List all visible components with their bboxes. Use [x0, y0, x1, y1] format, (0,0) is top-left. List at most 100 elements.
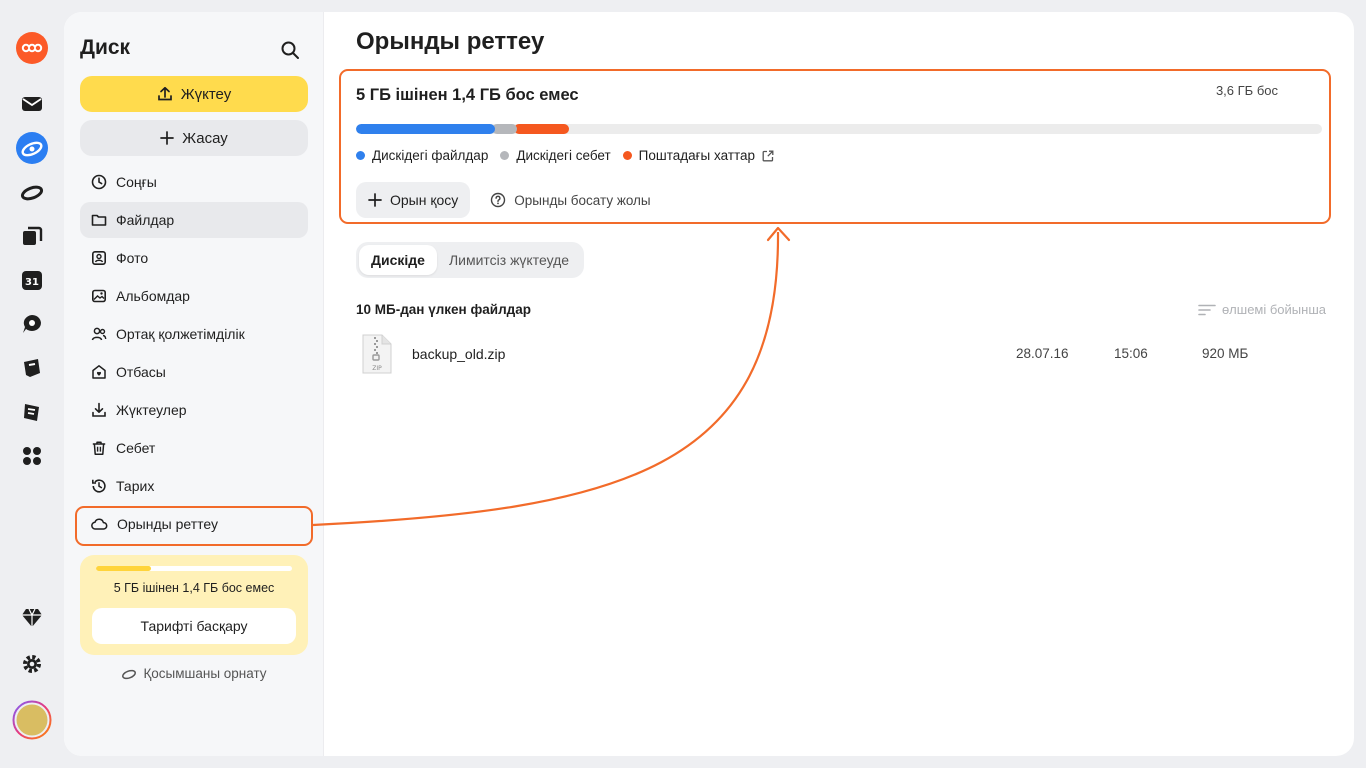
svg-text:31: 31	[25, 277, 39, 288]
sidebar-item-label: Фото	[116, 250, 149, 266]
storage-usage-bar	[356, 124, 1322, 134]
sidebar-item-shared[interactable]: Ортақ қолжетімділік	[80, 316, 308, 352]
app-title: Диск	[80, 36, 131, 59]
large-files-title: 10 МБ-дан үлкен файлдар	[356, 302, 531, 317]
shared-icon	[91, 327, 107, 341]
disk-active-icon[interactable]	[16, 132, 48, 164]
sidebar-item-label: Соңғы	[116, 174, 157, 190]
zip-file-icon: ZIP	[360, 334, 392, 379]
upload-label: Жүктеу	[180, 85, 232, 103]
tab-unlimited-upload[interactable]: Лимитсіз жүктеуде	[437, 245, 581, 275]
disk-icon[interactable]	[16, 176, 48, 208]
legend-label: Дискідегі себет	[516, 148, 611, 163]
user-avatar[interactable]	[12, 700, 52, 740]
sidebar-item-label: Жүктеулер	[116, 402, 187, 418]
install-app-link[interactable]: Қосымшаны орнату	[64, 666, 324, 681]
create-button[interactable]: Жасау	[80, 120, 308, 156]
plus-icon	[368, 193, 382, 207]
documents-icon[interactable]	[16, 220, 48, 252]
file-time: 15:06	[1114, 346, 1148, 361]
sidebar-item-label: Орынды реттеу	[117, 516, 218, 532]
legend-label: Поштадағы хаттар	[638, 148, 756, 163]
quota-progress-fill	[96, 566, 151, 571]
file-size: 920 МБ	[1202, 346, 1249, 361]
sidebar-item-label: Файлдар	[116, 212, 175, 228]
add-space-label: Орын қосу	[390, 192, 459, 208]
file-name: backup_old.zip	[412, 346, 506, 362]
clock-icon	[91, 174, 107, 190]
folder-icon	[91, 214, 107, 226]
messenger-icon[interactable]	[16, 308, 48, 340]
sidebar-item-label: Альбомдар	[116, 288, 190, 304]
legend-label: Дискідегі файлдар	[372, 148, 489, 163]
upload-button[interactable]: Жүктеу	[80, 76, 308, 112]
sort-by-size-button[interactable]: өлшемі бойынша	[1198, 302, 1326, 317]
help-label: Орынды босату жолы	[514, 192, 651, 208]
usage-segment-disk-trash	[492, 124, 518, 134]
sidebar-item-albums[interactable]: Альбомдар	[80, 278, 308, 314]
sidebar-item-trash[interactable]: Себет	[80, 430, 308, 466]
sidebar-item-family[interactable]: Отбасы	[80, 354, 308, 390]
quota-panel: 5 ГБ ішінен 1,4 ГБ бос емес Тарифті басқ…	[80, 555, 308, 655]
legend-disk-files: Дискідегі файлдар	[356, 148, 488, 163]
main-content: Орынды реттеу 5 ГБ ішінен 1,4 ГБ бос еме…	[324, 12, 1354, 756]
quota-text: 5 ГБ ішінен 1,4 ГБ бос емес	[113, 581, 275, 595]
sidebar-item-files[interactable]: Файлдар	[80, 202, 308, 238]
add-space-button[interactable]: Орын қосу	[356, 182, 471, 218]
trash-icon	[92, 441, 106, 455]
usage-segment-disk-files	[356, 124, 496, 134]
install-app-label: Қосымшаны орнату	[143, 666, 267, 681]
telemost-icon[interactable]	[16, 396, 48, 428]
history-icon	[92, 479, 106, 493]
storage-legend: Дискідегі файлдар Дискідегі себет Поштад…	[356, 148, 774, 163]
search-icon[interactable]	[280, 40, 300, 60]
disk-logo-icon	[122, 669, 137, 679]
sidebar: Диск Жүктеу Жасау Соңғы Файлдар Фото Аль…	[64, 12, 324, 756]
notes-icon[interactable]	[16, 352, 48, 384]
calendar-icon[interactable]: 31	[16, 264, 48, 296]
family-icon	[92, 365, 106, 379]
upload-icon	[157, 86, 172, 101]
all-services-icon[interactable]	[16, 440, 48, 472]
mail-icon[interactable]	[16, 88, 48, 120]
sidebar-item-history[interactable]: Тарих	[80, 468, 308, 504]
page-title: Орынды реттеу	[356, 28, 545, 55]
sidebar-item-photo[interactable]: Фото	[80, 240, 308, 276]
photo-icon	[91, 250, 106, 265]
zip-icon-text: ZIP	[372, 365, 382, 372]
sidebar-item-label: Ортақ қолжетімділік	[116, 326, 245, 342]
plus-icon	[160, 131, 175, 145]
legend-dot	[500, 151, 510, 160]
sidebar-item-label: Тарих	[116, 478, 155, 494]
legend-dot	[356, 151, 365, 160]
sidebar-item-downloads[interactable]: Жүктеулер	[80, 392, 308, 428]
disk-app-window: Диск Жүктеу Жасау Соңғы Файлдар Фото Аль…	[64, 12, 1354, 756]
legend-mail-letters[interactable]: Поштадағы хаттар	[622, 148, 774, 163]
legend-disk-trash: Дискідегі себет	[500, 148, 611, 163]
sidebar-item-cleanup[interactable]: Орынды реттеу	[80, 506, 308, 542]
table-row[interactable]: ZIP backup_old.zip 28.07.16 15:06 920 МБ	[356, 332, 1322, 376]
sidebar-item-recent[interactable]: Соңғы	[80, 164, 308, 200]
tab-on-disk[interactable]: Дискіде	[359, 245, 437, 275]
file-date: 28.07.16	[1016, 346, 1069, 361]
create-label: Жасау	[182, 129, 228, 147]
external-link-icon[interactable]	[762, 150, 774, 162]
location-tabs: Дискіде Лимитсіз жүктеуде	[356, 242, 585, 278]
free-space-help-link[interactable]: Орынды босату жолы	[490, 192, 651, 208]
sidebar-item-label: Себет	[116, 440, 156, 456]
question-icon	[491, 192, 506, 208]
manage-plan-button[interactable]: Тарифті басқару	[92, 608, 296, 644]
download-icon	[92, 402, 106, 417]
settings-gear-icon[interactable]	[16, 648, 48, 680]
sidebar-item-label: Отбасы	[116, 364, 166, 380]
service-rail: 31	[0, 0, 64, 768]
usage-segment-mail	[514, 124, 570, 134]
premium-diamond-icon[interactable]	[16, 602, 48, 634]
yandex-logo-icon[interactable]	[16, 32, 48, 64]
legend-dot	[622, 151, 632, 160]
cloud-icon	[91, 518, 108, 530]
storage-free-label: 3,6 ГБ бос	[1215, 83, 1278, 98]
sort-label: өлшемі бойынша	[1221, 302, 1326, 317]
quota-progress-bar	[96, 566, 292, 571]
storage-headline: 5 ГБ ішінен 1,4 ГБ бос емес	[356, 86, 579, 104]
